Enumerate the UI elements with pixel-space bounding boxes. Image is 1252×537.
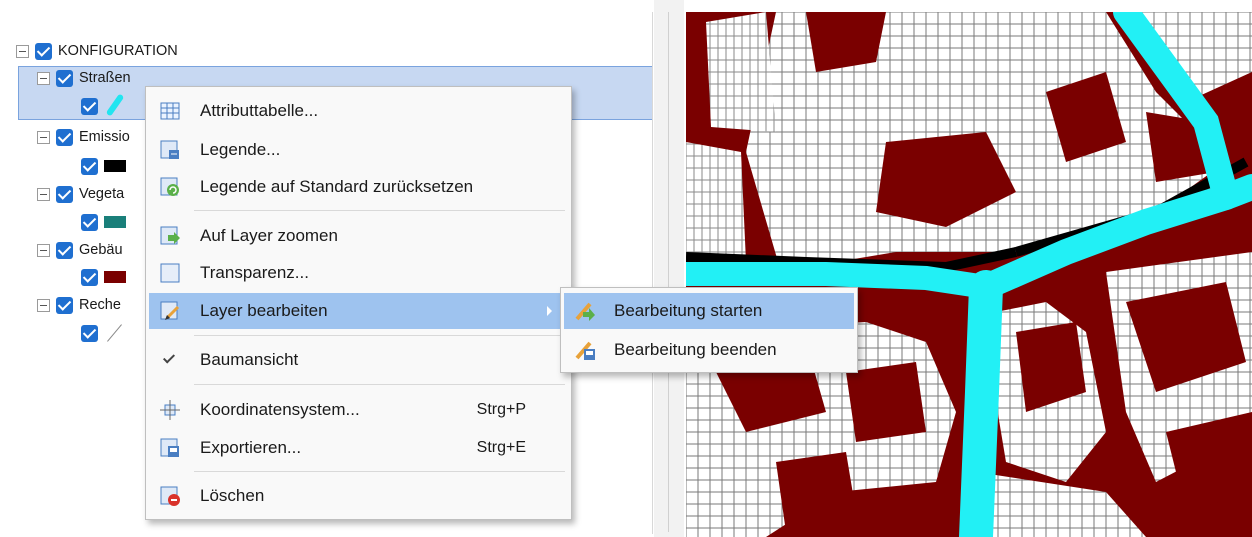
tree-layer-row[interactable]: Gebäu <box>37 238 123 262</box>
menu-separator <box>194 384 565 385</box>
menu-item-label: Attributtabelle... <box>200 101 319 120</box>
menu-item-transparency[interactable]: Transparenz... <box>149 255 568 291</box>
layer-context-menu: Attributtabelle... Legende... Legende au… <box>145 86 572 520</box>
coordinate-system-icon <box>160 400 180 420</box>
delete-icon <box>160 486 180 506</box>
submenu-item-label: Bearbeitung beenden <box>614 340 777 359</box>
stop-edit-icon <box>575 341 595 360</box>
tree-legend-row[interactable] <box>81 94 126 118</box>
submenu-item-label: Bearbeitung starten <box>614 301 763 320</box>
checkbox-checked-icon[interactable] <box>56 241 73 259</box>
edit-layer-submenu: Bearbeitung starten Bearbeitung beenden <box>560 287 858 373</box>
layer-label: Straßen <box>79 70 131 86</box>
collapse-icon[interactable] <box>37 130 50 144</box>
map-canvas[interactable] <box>686 12 1252 537</box>
menu-item-delete[interactable]: Löschen <box>149 478 568 514</box>
checkbox-checked-icon[interactable] <box>81 157 98 175</box>
collapse-icon[interactable] <box>37 298 50 312</box>
checkbox-checked-icon[interactable] <box>35 42 52 60</box>
menu-item-legend[interactable]: Legende... <box>149 132 568 168</box>
menu-item-label: Baumansicht <box>200 350 299 369</box>
checkbox-checked-icon[interactable] <box>56 128 73 146</box>
menu-item-attribute-table[interactable]: Attributtabelle... <box>149 93 568 129</box>
menu-item-zoom-to-layer[interactable]: Auf Layer zoomen <box>149 218 568 254</box>
tree-root-row[interactable]: KONFIGURATION <box>16 39 178 63</box>
menu-separator <box>194 210 565 211</box>
start-edit-icon <box>575 302 595 321</box>
checkbox-checked-icon[interactable] <box>81 324 98 342</box>
tree-legend-row[interactable] <box>81 154 126 178</box>
color-swatch <box>104 271 126 283</box>
map-drawing <box>686 12 1252 537</box>
collapse-icon[interactable] <box>37 187 50 201</box>
collapse-icon[interactable] <box>37 71 50 85</box>
menu-item-label: Transparenz... <box>200 263 309 282</box>
splitter-divider <box>668 12 669 532</box>
submenu-arrow-icon <box>547 306 552 316</box>
layer-label: Emissio <box>79 129 130 145</box>
collapse-icon[interactable] <box>16 44 29 58</box>
menu-item-label: Auf Layer zoomen <box>200 226 338 245</box>
checkbox-checked-icon[interactable] <box>56 69 73 87</box>
color-swatch <box>104 216 126 228</box>
tree-legend-row[interactable] <box>81 210 126 234</box>
reset-legend-icon <box>160 177 179 196</box>
tree-root-label: KONFIGURATION <box>58 43 178 59</box>
menu-item-label: Legende... <box>200 140 281 159</box>
tree-layer-row[interactable]: Emissio <box>37 125 130 149</box>
layer-label: Vegeta <box>79 186 125 202</box>
line-icon <box>104 322 126 344</box>
menu-item-coordinate-system[interactable]: Koordinatensystem... Strg+P <box>149 392 568 428</box>
submenu-item-stop-editing[interactable]: Bearbeitung beenden <box>564 332 854 368</box>
menu-item-reset-legend[interactable]: Legende auf Standard zurücksetzen <box>149 169 568 205</box>
layer-label: Reche <box>79 297 121 313</box>
export-icon <box>160 438 179 457</box>
menu-item-edit-layer[interactable]: Layer bearbeiten <box>149 293 568 329</box>
menu-item-shortcut: Strg+P <box>476 401 526 418</box>
menu-item-label: Legende auf Standard zurücksetzen <box>200 177 474 196</box>
tree-layer-row[interactable]: Straßen <box>37 66 131 90</box>
panel-splitter[interactable] <box>654 0 684 537</box>
tree-layer-row[interactable]: Reche <box>37 293 121 317</box>
menu-item-label: Löschen <box>200 486 265 505</box>
menu-separator <box>194 335 565 336</box>
menu-item-label: Layer bearbeiten <box>200 301 328 320</box>
menu-separator <box>194 471 565 472</box>
checkbox-checked-icon[interactable] <box>81 268 98 286</box>
submenu-item-start-editing[interactable]: Bearbeitung starten <box>564 293 854 329</box>
checkmark-icon <box>162 351 176 364</box>
checkbox-checked-icon[interactable] <box>56 185 73 203</box>
edit-layer-icon <box>160 301 180 320</box>
pen-icon <box>104 95 126 117</box>
collapse-icon[interactable] <box>37 243 50 257</box>
layer-label: Gebäu <box>79 242 123 258</box>
legend-icon <box>160 140 179 159</box>
menu-item-tree-view[interactable]: Baumansicht <box>149 342 568 378</box>
transparency-icon <box>160 263 180 283</box>
checkbox-checked-icon[interactable] <box>56 296 73 314</box>
menu-item-label: Exportieren... <box>200 438 302 457</box>
checkbox-checked-icon[interactable] <box>81 97 98 115</box>
tree-legend-row[interactable] <box>81 321 126 345</box>
menu-item-export[interactable]: Exportieren... Strg+E <box>149 430 568 466</box>
checkbox-checked-icon[interactable] <box>81 213 98 231</box>
menu-item-shortcut: Strg+E <box>476 439 526 456</box>
tree-legend-row[interactable] <box>81 265 126 289</box>
table-icon <box>160 102 180 120</box>
color-swatch <box>104 160 126 172</box>
menu-item-label: Koordinatensystem... <box>200 400 360 419</box>
zoom-layer-icon <box>160 226 180 245</box>
tree-layer-row[interactable]: Vegeta <box>37 182 124 206</box>
